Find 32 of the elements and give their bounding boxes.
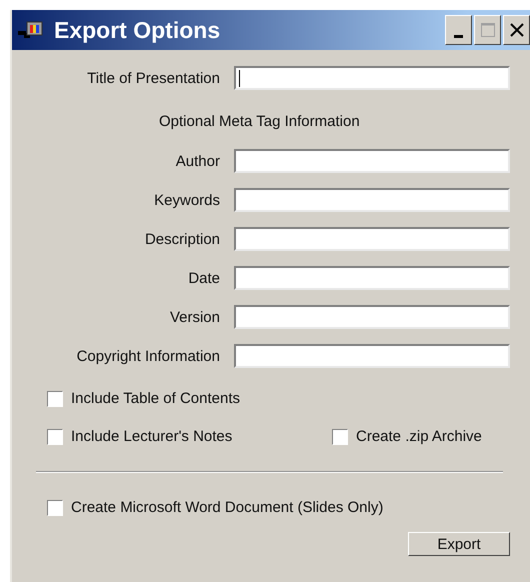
- text-field[interactable]: [234, 344, 510, 368]
- checkbox[interactable]: [47, 500, 63, 516]
- checkbox-label: Create Microsoft Word Document (Slides Only): [71, 499, 384, 516]
- export-button[interactable]: Export: [408, 532, 510, 556]
- field-label: Author: [174, 152, 220, 170]
- checkbox[interactable]: [47, 428, 63, 444]
- section-heading: Optional Meta Tag Information: [158, 112, 361, 132]
- maximize-icon: [480, 22, 496, 38]
- close-button[interactable]: [503, 15, 530, 45]
- checkbox-label: Create .zip Archive: [356, 428, 482, 445]
- text-field[interactable]: [234, 188, 510, 212]
- title-field[interactable]: [234, 66, 510, 90]
- app-icon: [18, 21, 44, 39]
- field-label: Keywords: [153, 192, 220, 208]
- text-field[interactable]: [234, 266, 510, 290]
- field-label: Description: [144, 230, 220, 248]
- checkbox[interactable]: [332, 428, 348, 444]
- checkbox[interactable]: [47, 390, 63, 406]
- field-label: Copyright Information: [76, 348, 220, 364]
- text-field[interactable]: [234, 227, 510, 251]
- field-label: Version: [168, 308, 220, 326]
- text-field[interactable]: [234, 305, 510, 329]
- text-field[interactable]: [234, 149, 510, 173]
- minimize-icon: [454, 34, 463, 38]
- checkbox-label: Include Table of Contents: [71, 390, 240, 407]
- checkbox-label: Include Lecturer's Notes: [71, 428, 232, 445]
- field-label: Date: [187, 270, 220, 286]
- window-title: Export Options: [54, 16, 222, 44]
- field-label: Title of Presentation: [86, 70, 220, 86]
- minimize-button[interactable]: [445, 15, 472, 45]
- close-icon: [508, 22, 524, 38]
- maximize-button[interactable]: [474, 15, 501, 45]
